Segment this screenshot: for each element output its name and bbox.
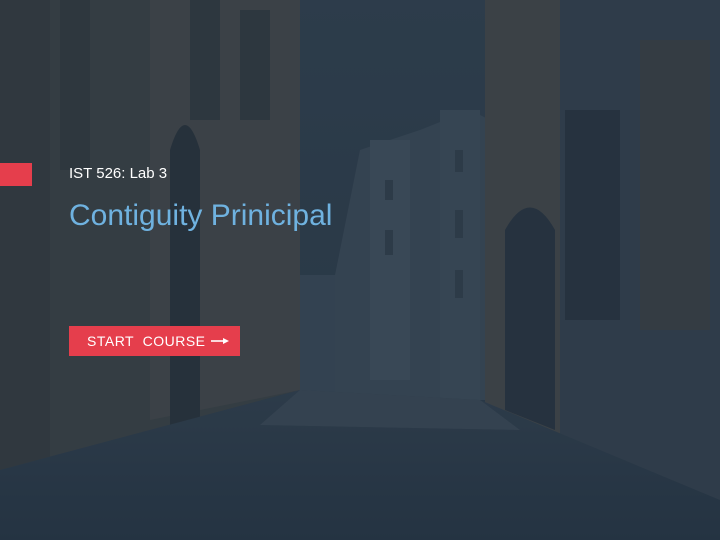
accent-bar — [0, 163, 32, 186]
dark-overlay — [0, 0, 720, 540]
course-title: Contiguity Prinicipal — [69, 199, 333, 232]
arrow-right-icon — [211, 338, 229, 344]
start-course-button[interactable]: START COURSE — [69, 326, 240, 356]
start-course-label: START COURSE — [87, 333, 206, 349]
course-title-slide: IST 526: Lab 3 Contiguity Prinicipal STA… — [0, 0, 720, 540]
course-subtitle: IST 526: Lab 3 — [69, 165, 168, 182]
